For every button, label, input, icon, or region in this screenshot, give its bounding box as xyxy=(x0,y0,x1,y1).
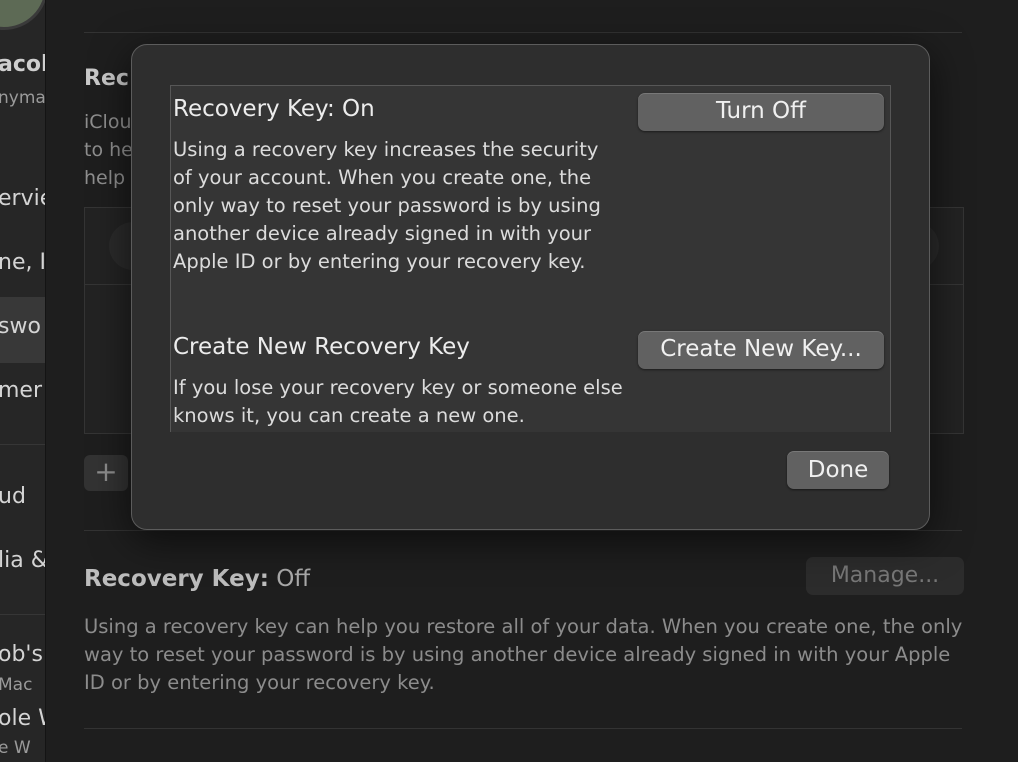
recovery-key-description: Using a recovery key can help you restor… xyxy=(84,615,963,694)
dialog-content-panel: Recovery Key: On Turn Off Using a recove… xyxy=(170,85,891,432)
add-button[interactable]: + xyxy=(84,455,128,491)
user-name: acob xyxy=(0,52,45,77)
sidebar-watch-name[interactable]: ole W xyxy=(0,706,45,731)
recovery-key-on-title: Recovery Key: On xyxy=(173,96,375,122)
divider xyxy=(84,530,962,531)
create-new-key-button[interactable]: Create New Key... xyxy=(638,331,884,369)
turn-off-button[interactable]: Turn Off xyxy=(638,93,884,131)
sidebar-item-payment-shipping[interactable]: mer xyxy=(0,378,42,403)
section-desc-line: iClou xyxy=(84,111,132,133)
user-email: nyma xyxy=(0,88,46,108)
sidebar-item-icloud[interactable]: ud xyxy=(0,484,26,509)
sidebar-item-media-purchases[interactable]: lia & xyxy=(0,548,45,573)
divider xyxy=(84,728,962,729)
section-desc-line: to he xyxy=(84,139,133,161)
sidebar-item-password-security[interactable]: swo xyxy=(0,314,41,339)
manage-button[interactable]: Manage... xyxy=(806,557,964,595)
sidebar-device-type: Mac xyxy=(0,675,33,695)
create-new-key-description: If you lose your recovery key or someone… xyxy=(173,376,623,427)
sidebar-item-overview[interactable]: ervie xyxy=(0,186,45,211)
sidebar-divider xyxy=(0,614,45,615)
sidebar-item-name-phone-email[interactable]: ne, I xyxy=(0,250,45,275)
sidebar-divider xyxy=(0,444,45,445)
recovery-key-on-description: Using a recovery key increases the secur… xyxy=(173,138,601,273)
sidebar-device-name[interactable]: ob's xyxy=(0,642,43,667)
done-button[interactable]: Done xyxy=(787,451,889,489)
section-description: iClou to he help xyxy=(84,108,133,192)
recovery-key-status: Off xyxy=(276,566,311,592)
sidebar-watch-type: e W xyxy=(0,738,31,758)
divider xyxy=(84,32,962,33)
section-desc-line: help xyxy=(84,167,126,189)
user-avatar[interactable] xyxy=(0,0,45,30)
recovery-key-status-label: Recovery Key: Off xyxy=(84,566,310,592)
recovery-key-dialog: Recovery Key: On Turn Off Using a recove… xyxy=(131,44,930,530)
sidebar: acob nyma ervie ne, I swo mer ud lia & o… xyxy=(0,0,46,762)
create-new-recovery-key-title: Create New Recovery Key xyxy=(173,334,470,360)
section-heading: Rec xyxy=(84,66,129,91)
recovery-key-label: Recovery Key: xyxy=(84,566,269,592)
